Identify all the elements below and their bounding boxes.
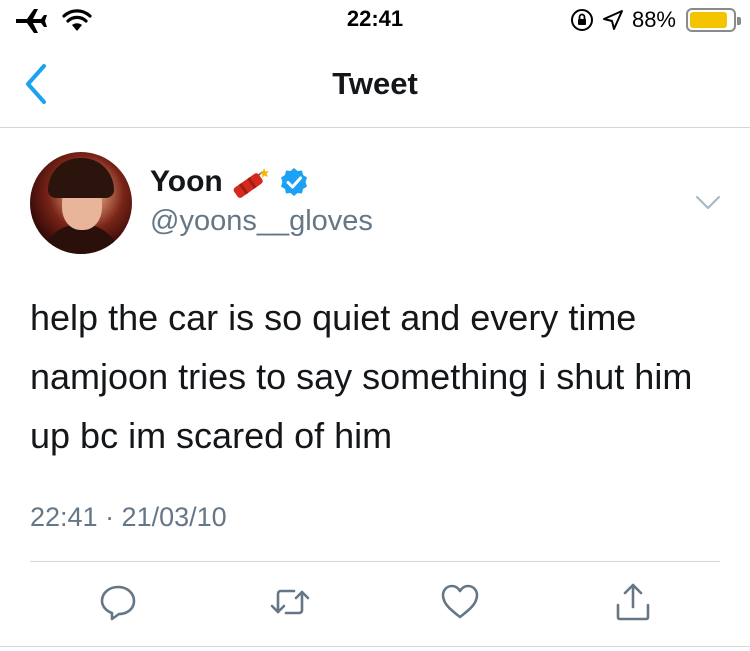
chevron-down-icon [695, 195, 721, 210]
battery-icon [686, 8, 741, 32]
navigation-bar: Tweet [0, 40, 750, 128]
share-button[interactable] [609, 578, 657, 626]
orientation-lock-icon [570, 9, 593, 31]
status-right-icons: 88% [570, 7, 741, 33]
page-title: Tweet [332, 66, 418, 101]
tweet-actions [0, 578, 750, 630]
share-icon [616, 583, 650, 621]
like-button[interactable] [436, 578, 484, 626]
author-row: Yoon [150, 165, 309, 199]
bottom-divider [0, 646, 750, 647]
status-bar: 22:41 88% [0, 0, 750, 40]
retweet-button[interactable] [266, 578, 314, 626]
tweet-timestamp[interactable]: 22:41 · 21/03/10 [30, 502, 227, 533]
retweet-icon [270, 589, 310, 615]
display-name[interactable]: Yoon [150, 165, 223, 199]
reply-icon [100, 585, 136, 621]
avatar[interactable] [30, 152, 132, 254]
dynamite-emoji [233, 168, 269, 198]
reply-button[interactable] [94, 578, 142, 626]
like-icon [441, 584, 479, 619]
battery-cap [737, 17, 741, 25]
battery-percent: 88% [631, 7, 676, 32]
location-icon [602, 10, 623, 30]
divider [30, 561, 720, 562]
tweet-text: help the car is so quiet and every time … [30, 297, 693, 456]
battery-fill [690, 12, 727, 28]
username[interactable]: @yoons__gloves [150, 205, 373, 238]
verified-badge-icon [280, 168, 307, 196]
more-options-button[interactable] [694, 193, 722, 213]
